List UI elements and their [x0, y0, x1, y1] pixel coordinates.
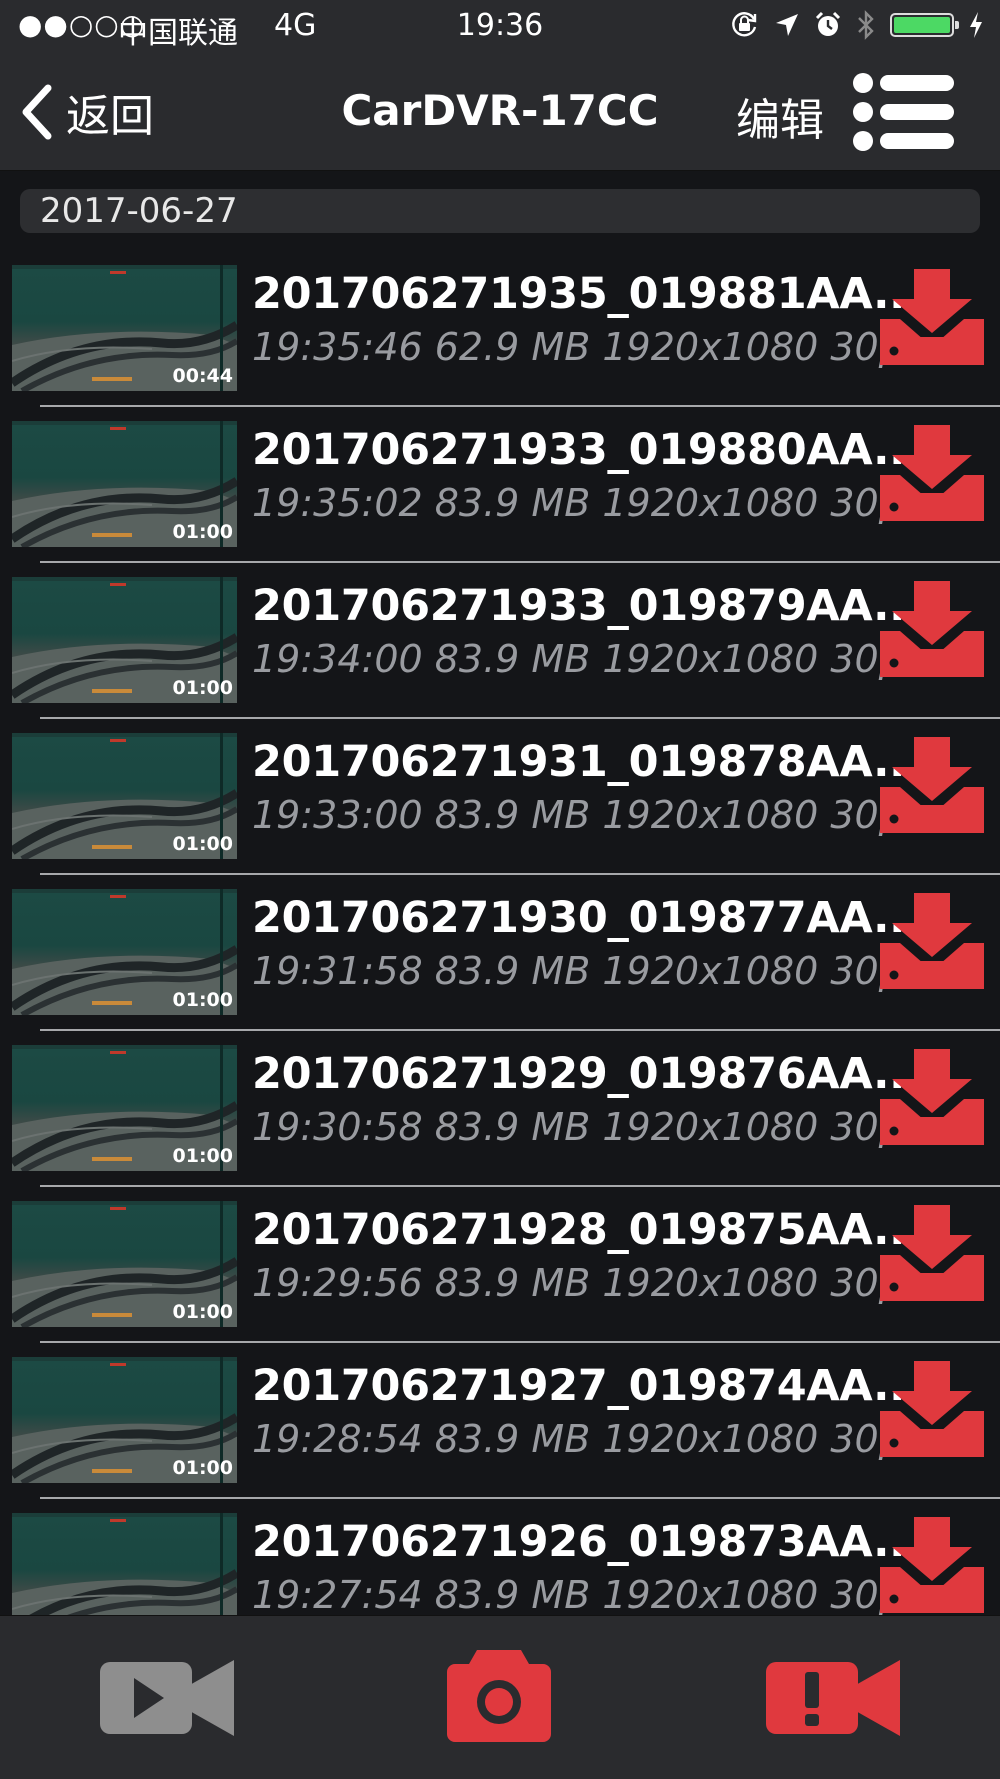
- thumbnail-overlay-text: [110, 895, 126, 898]
- file-meta: 19:33:00 83.9 MB 1920x1080 30p: [252, 793, 903, 837]
- thumbnail-overlay-text: [110, 271, 126, 274]
- video-duration: 01:00: [172, 1301, 233, 1323]
- camera-icon[interactable]: [447, 1646, 551, 1742]
- download-icon[interactable]: [880, 1517, 984, 1613]
- video-file-row[interactable]: 01:00 201706271931_019878AA.... 19:33:00…: [0, 719, 1000, 875]
- file-meta: 19:27:54 83.9 MB 1920x1080 30p: [252, 1573, 903, 1615]
- video-thumbnail[interactable]: [12, 1513, 237, 1615]
- status-bar: ●●○○○ 中国联通 4G 19:36: [0, 0, 1000, 56]
- video-thumbnail[interactable]: 01:00: [12, 1045, 237, 1171]
- video-file-row[interactable]: 01:00 201706271929_019876AA.... 19:30:58…: [0, 1031, 1000, 1187]
- video-duration: 01:00: [172, 1145, 233, 1167]
- file-name: 201706271930_019877AA....: [252, 893, 938, 943]
- thumbnail-overlay-text: [110, 1051, 126, 1054]
- video-duration: 01:00: [172, 833, 233, 855]
- video-thumbnail[interactable]: 01:00: [12, 1201, 237, 1327]
- file-meta: 19:29:56 83.9 MB 1920x1080 30p: [252, 1261, 903, 1305]
- alarm-icon: [815, 11, 841, 36]
- video-camera-icon[interactable]: [100, 1652, 236, 1742]
- file-meta: 19:28:54 83.9 MB 1920x1080 30p: [252, 1417, 903, 1461]
- file-name: 201706271931_019878AA....: [252, 737, 938, 787]
- video-thumbnail[interactable]: 01:00: [12, 889, 237, 1015]
- video-duration: 01:00: [172, 1457, 233, 1479]
- download-icon[interactable]: [880, 1205, 984, 1301]
- file-meta: 19:34:00 83.9 MB 1920x1080 30p: [252, 637, 903, 681]
- video-thumbnail[interactable]: 01:00: [12, 577, 237, 703]
- video-duration: 01:00: [172, 677, 233, 699]
- back-label: 返回: [66, 91, 154, 142]
- video-thumbnail[interactable]: 01:00: [12, 421, 237, 547]
- battery-icon: [890, 13, 959, 37]
- video-thumbnail[interactable]: 01:00: [12, 1357, 237, 1483]
- bluetooth-icon: [858, 10, 874, 40]
- list-menu-icon[interactable]: [852, 72, 956, 152]
- file-meta: 19:31:58 83.9 MB 1920x1080 30p: [252, 949, 903, 993]
- video-file-row[interactable]: 01:00 201706271927_019874AA.... 19:28:54…: [0, 1343, 1000, 1499]
- file-meta: 19:30:58 83.9 MB 1920x1080 30p: [252, 1105, 903, 1149]
- download-icon[interactable]: [880, 737, 984, 833]
- video-file-row[interactable]: 01:00 201706271933_019880AA.... 19:35:02…: [0, 407, 1000, 563]
- file-name: 201706271935_019881AA....: [252, 269, 938, 319]
- battery-level: [894, 17, 950, 33]
- thumbnail-overlay-text: [110, 1519, 126, 1522]
- thumbnail-overlay-text: [110, 583, 126, 586]
- event-video-icon[interactable]: [766, 1652, 902, 1742]
- download-icon[interactable]: [880, 581, 984, 677]
- thumbnail-overlay-text: [110, 739, 126, 742]
- orientation-lock-icon: [732, 12, 757, 37]
- video-file-row[interactable]: 01:00 201706271930_019877AA.... 19:31:58…: [0, 875, 1000, 1031]
- video-duration: 01:00: [172, 989, 233, 1011]
- thumbnail-scene: [12, 1513, 237, 1615]
- video-file-row[interactable]: 01:00 201706271928_019875AA.... 19:29:56…: [0, 1187, 1000, 1343]
- back-button[interactable]: 返回: [20, 80, 154, 144]
- location-icon: [776, 14, 798, 36]
- thumbnail-overlay-text: [110, 1363, 126, 1366]
- download-icon[interactable]: [880, 269, 984, 365]
- edit-button[interactable]: 编辑: [736, 84, 824, 148]
- file-name: 201706271928_019875AA....: [252, 1205, 938, 1255]
- date-section-header: 2017-06-27: [20, 189, 980, 233]
- download-icon[interactable]: [880, 1361, 984, 1457]
- video-duration: 00:44: [172, 365, 233, 387]
- video-thumbnail[interactable]: 00:44: [12, 265, 237, 391]
- file-name: 201706271933_019879AA....: [252, 581, 938, 631]
- status-icons: [730, 10, 984, 40]
- chevron-left-icon: [22, 84, 52, 140]
- charging-icon: [970, 12, 982, 38]
- file-list[interactable]: 2017-06-27 00:44 201706271935_019881AA..…: [0, 171, 1000, 1615]
- download-icon[interactable]: [880, 893, 984, 989]
- file-name: 201706271933_019880AA....: [252, 425, 938, 475]
- tab-bar: [0, 1615, 1000, 1779]
- file-meta: 19:35:46 62.9 MB 1920x1080 30p: [252, 325, 903, 369]
- file-name: 201706271929_019876AA....: [252, 1049, 938, 1099]
- file-meta: 19:35:02 83.9 MB 1920x1080 30p: [252, 481, 903, 525]
- video-file-row[interactable]: 201706271926_019873AA.... 19:27:54 83.9 …: [0, 1499, 1000, 1615]
- file-name: 201706271927_019874AA....: [252, 1361, 938, 1411]
- download-icon[interactable]: [880, 1049, 984, 1145]
- thumbnail-overlay-text: [110, 1207, 126, 1210]
- video-duration: 01:00: [172, 521, 233, 543]
- file-name: 201706271926_019873AA....: [252, 1517, 938, 1567]
- thumbnail-overlay-text: [110, 427, 126, 430]
- video-thumbnail[interactable]: 01:00: [12, 733, 237, 859]
- video-file-row[interactable]: 00:44 201706271935_019881AA.... 19:35:46…: [0, 251, 1000, 407]
- video-file-row[interactable]: 01:00 201706271933_019879AA.... 19:34:00…: [0, 563, 1000, 719]
- download-icon[interactable]: [880, 425, 984, 521]
- navigation-bar: 返回 CarDVR-17CC 编辑: [0, 56, 1000, 171]
